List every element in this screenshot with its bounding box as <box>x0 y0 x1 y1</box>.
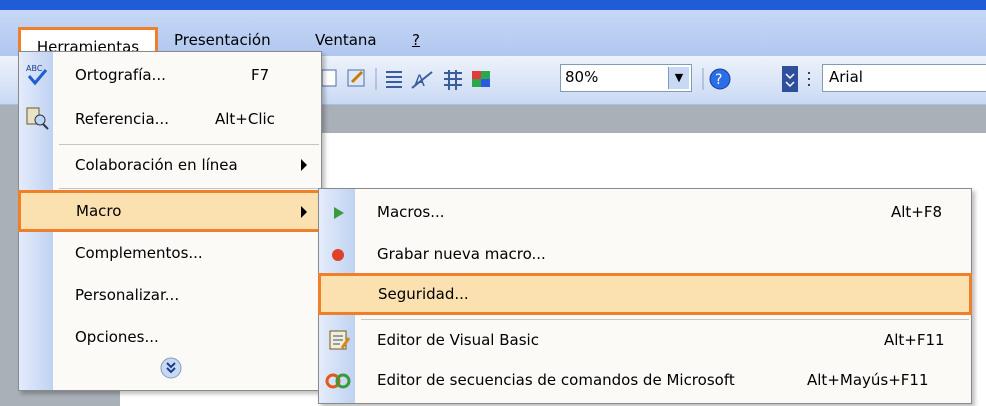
vb-editor-icon <box>329 330 351 350</box>
macro-submenu-item-label: Grabar nueva macro... <box>377 245 546 263</box>
tools-menu-item-label: Referencia... <box>75 110 169 128</box>
zoom-dropdown[interactable]: 80% ▼ <box>560 64 692 92</box>
chevron-right-icon <box>301 206 307 218</box>
tools-menu-item-ortografia[interactable]: ABC Ortografía... F7 <box>19 56 321 96</box>
spellcheck-icon: ABC <box>26 64 48 86</box>
help-icon[interactable]: ? <box>709 68 731 90</box>
font-value: Arial <box>829 68 863 86</box>
menu-presentacion-label: Presentación <box>174 31 271 49</box>
research-icon <box>26 107 49 130</box>
tools-menu-expand[interactable] <box>19 354 321 386</box>
edit-document-icon[interactable] <box>347 69 365 87</box>
record-icon <box>332 249 344 261</box>
menubar: Herramientas Presentación Ventana ? <box>0 10 986 61</box>
tools-menu-item-label: Macro <box>76 202 122 220</box>
macro-submenu-item-vbeditor[interactable]: Editor de Visual Basic Alt+F11 <box>319 321 971 361</box>
tools-menu-item-personalizar[interactable]: Personalizar... <box>19 276 321 316</box>
tools-menu-item-referencia[interactable]: Referencia... Alt+Clic <box>19 100 321 140</box>
tools-menu-item-label: Complementos... <box>75 244 203 262</box>
tools-menu-item-label: Opciones... <box>75 328 159 346</box>
menu-separator <box>361 319 969 320</box>
script-editor-icon <box>325 373 351 389</box>
menu-ventana[interactable]: Ventana <box>315 27 377 53</box>
toolbar-options-icon[interactable] <box>782 66 798 92</box>
tools-menu-item-shortcut: F7 <box>251 66 270 84</box>
toolbar-grip-icon <box>808 72 810 86</box>
macro-submenu-item-label: Editor de secuencias de comandos de Micr… <box>377 371 735 389</box>
chevron-right-icon <box>301 159 307 171</box>
tools-menu-item-macro[interactable]: Macro <box>18 190 322 232</box>
tools-menu-item-shortcut: Alt+Clic <box>215 110 275 128</box>
macro-submenu-item-seguridad[interactable]: Seguridad... <box>318 273 972 315</box>
macro-submenu-item-shortcut: Alt+F11 <box>884 331 945 349</box>
menu-help-label: ? <box>412 31 420 49</box>
grid-icon[interactable] <box>444 70 462 90</box>
macro-submenu-item-label: Editor de Visual Basic <box>377 331 539 349</box>
toolbar-icons: A <box>321 68 490 90</box>
svg-text:ABC: ABC <box>26 64 43 73</box>
tools-menu-item-opciones[interactable]: Opciones... <box>19 318 321 358</box>
chevron-down-icon[interactable]: ▼ <box>668 67 689 89</box>
macro-submenu-item-label: Seguridad... <box>378 285 469 303</box>
tools-menu-item-label: Ortografía... <box>75 66 166 84</box>
macro-submenu-item-shortcut: Alt+F8 <box>891 203 943 221</box>
menu-separator <box>59 144 319 145</box>
menu-ventana-label: Ventana <box>315 31 377 49</box>
macro-submenu-item-scripteditor[interactable]: Editor de secuencias de comandos de Micr… <box>319 361 971 401</box>
play-icon <box>334 207 344 219</box>
toolbar-right-icons: ? <box>702 66 810 92</box>
list-icon[interactable] <box>386 71 402 88</box>
tools-menu-item-colaboracion[interactable]: Colaboración en línea <box>19 146 321 186</box>
macro-submenu-item-macros[interactable]: Macros... Alt+F8 <box>319 193 971 233</box>
window-title-strip <box>0 0 986 10</box>
zoom-value: 80% <box>565 68 599 86</box>
tools-menu-item-complementos[interactable]: Complementos... <box>19 234 321 274</box>
tools-menu-item-label: Colaboración en línea <box>75 156 238 174</box>
svg-text:?: ? <box>715 72 722 88</box>
menu-separator <box>59 188 319 189</box>
menu-help[interactable]: ? <box>412 27 420 53</box>
tools-menu: ABC Ortografía... F7 Referencia... Alt+C… <box>18 51 322 391</box>
macro-submenu-item-shortcut: Alt+Mayús+F11 <box>807 371 929 389</box>
font-dropdown[interactable]: Arial <box>822 64 986 92</box>
macro-submenu-item-label: Macros... <box>377 203 445 221</box>
macro-submenu: Macros... Alt+F8 Grabar nueva macro... S… <box>318 188 972 404</box>
color-swatch-icon[interactable] <box>472 71 490 87</box>
text-direction-icon[interactable]: A <box>411 71 433 90</box>
menu-presentacion[interactable]: Presentación <box>174 27 271 53</box>
chevron-double-down-icon <box>160 357 182 379</box>
svg-text:A: A <box>414 71 425 90</box>
tools-menu-item-label: Personalizar... <box>75 286 180 304</box>
macro-submenu-item-grabar[interactable]: Grabar nueva macro... <box>319 235 971 275</box>
frame-icon[interactable] <box>321 69 337 87</box>
